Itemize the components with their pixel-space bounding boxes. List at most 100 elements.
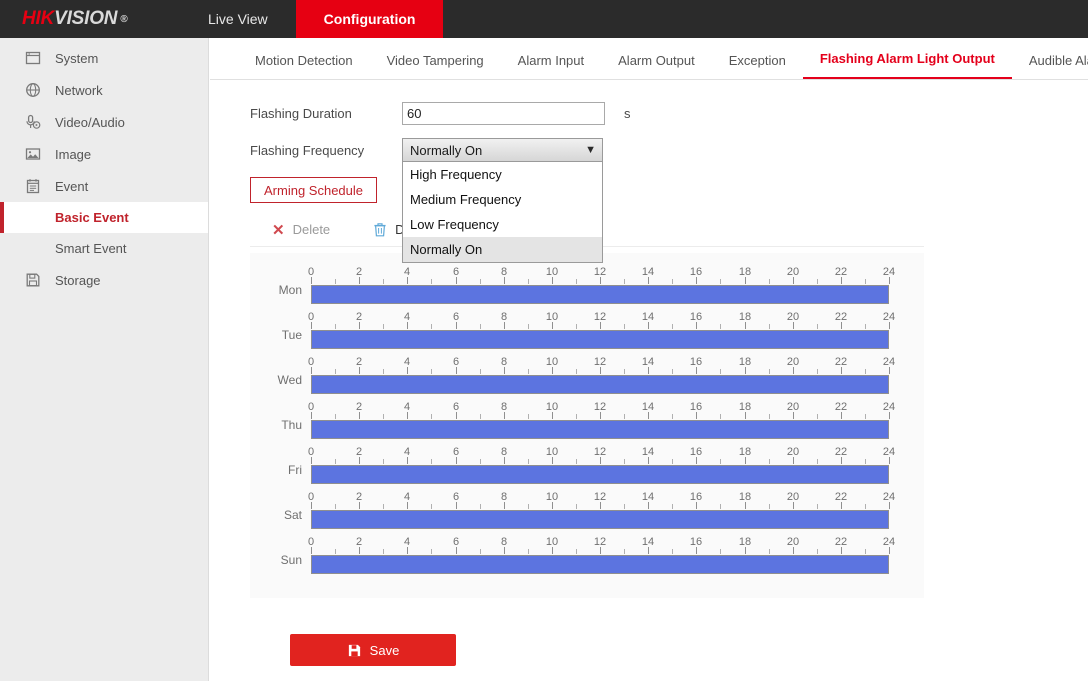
globe-icon xyxy=(24,81,42,99)
tab-alarm-input[interactable]: Alarm Input xyxy=(501,53,601,79)
schedule-tick-label: 2 xyxy=(356,401,362,413)
schedule-tick-label: 14 xyxy=(642,356,654,368)
sidebar-label-basic-event: Basic Event xyxy=(55,210,129,225)
schedule-tick xyxy=(480,504,481,509)
flashing-duration-input[interactable] xyxy=(402,102,605,125)
schedule-tick xyxy=(793,367,794,374)
schedule-bar[interactable] xyxy=(311,375,889,394)
schedule-tick xyxy=(552,367,553,374)
schedule-bar[interactable] xyxy=(311,285,889,304)
schedule-tick xyxy=(841,322,842,329)
schedule-track[interactable]: 024681012141618202224 xyxy=(311,401,889,439)
schedule-bar[interactable] xyxy=(311,420,889,439)
close-icon: ✕ xyxy=(272,221,285,239)
schedule-row: Tue024681012141618202224 xyxy=(250,306,924,351)
schedule-tick xyxy=(456,367,457,374)
flashing-frequency-option-list: High Frequency Medium Frequency Low Freq… xyxy=(402,162,603,263)
schedule-tick xyxy=(431,279,432,284)
schedule-bar[interactable] xyxy=(311,555,889,574)
logo-hik-text: HIK xyxy=(22,8,54,30)
option-normally-on[interactable]: Normally On xyxy=(403,237,602,262)
schedule-tick xyxy=(769,324,770,329)
schedule-tick xyxy=(335,324,336,329)
schedule-tick-label: 4 xyxy=(404,401,410,413)
schedule-tick-label: 12 xyxy=(594,401,606,413)
sidebar-label-storage: Storage xyxy=(55,273,101,288)
schedule-tick-label: 10 xyxy=(546,446,558,458)
schedule-tick xyxy=(576,504,577,509)
schedule-tick xyxy=(817,414,818,419)
save-button[interactable]: Save xyxy=(290,634,456,666)
schedule-tick xyxy=(504,367,505,374)
schedule-tick-label: 20 xyxy=(787,311,799,323)
schedule-bar[interactable] xyxy=(311,330,889,349)
tab-video-tampering[interactable]: Video Tampering xyxy=(370,53,501,79)
schedule-track[interactable]: 024681012141618202224 xyxy=(311,491,889,529)
sidebar-item-video-audio[interactable]: Video/Audio xyxy=(0,106,208,138)
schedule-tick xyxy=(407,277,408,284)
sidebar-item-smart-event[interactable]: Smart Event xyxy=(0,233,208,264)
flashing-duration-label: Flashing Duration xyxy=(250,106,402,121)
nav-tab-live-view[interactable]: Live View xyxy=(180,0,296,38)
option-low-frequency[interactable]: Low Frequency xyxy=(403,212,602,237)
schedule-tick-label: 10 xyxy=(546,536,558,548)
option-high-frequency[interactable]: High Frequency xyxy=(403,162,602,187)
schedule-tick xyxy=(335,459,336,464)
schedule-tick xyxy=(624,549,625,554)
sidebar-item-system[interactable]: System xyxy=(0,42,208,74)
schedule-track[interactable]: 024681012141618202224 xyxy=(311,446,889,484)
schedule-tick xyxy=(624,324,625,329)
schedule-tick xyxy=(793,322,794,329)
schedule-tick-label: 0 xyxy=(308,266,314,278)
flashing-frequency-select[interactable]: Normally On ▼ xyxy=(402,138,603,162)
flashing-frequency-select-wrapper: Normally On ▼ High Frequency Medium Freq… xyxy=(402,138,603,162)
arming-schedule-button[interactable]: Arming Schedule xyxy=(250,177,377,203)
schedule-track[interactable]: 024681012141618202224 xyxy=(311,266,889,304)
sidebar-item-network[interactable]: Network xyxy=(0,74,208,106)
schedule-track[interactable]: 024681012141618202224 xyxy=(311,311,889,349)
sidebar-item-image[interactable]: Image xyxy=(0,138,208,170)
schedule-tick-label: 22 xyxy=(835,446,847,458)
schedule-tick xyxy=(528,414,529,419)
schedule-tick xyxy=(817,279,818,284)
tab-alarm-output[interactable]: Alarm Output xyxy=(601,53,712,79)
schedule-tick xyxy=(456,412,457,419)
sidebar-item-basic-event[interactable]: Basic Event xyxy=(0,202,208,233)
schedule-tick-label: 8 xyxy=(501,491,507,503)
sidebar-item-storage[interactable]: Storage xyxy=(0,264,208,296)
schedule-tick-label: 22 xyxy=(835,401,847,413)
schedule-tick-label: 16 xyxy=(690,536,702,548)
schedule-track[interactable]: 024681012141618202224 xyxy=(311,536,889,574)
picture-icon xyxy=(24,145,42,163)
tab-exception[interactable]: Exception xyxy=(712,53,803,79)
schedule-bar[interactable] xyxy=(311,510,889,529)
schedule-tick xyxy=(672,504,673,509)
schedule-tick xyxy=(600,502,601,509)
option-medium-frequency[interactable]: Medium Frequency xyxy=(403,187,602,212)
schedule-tick xyxy=(624,459,625,464)
schedule-tick xyxy=(648,547,649,554)
schedule-tick xyxy=(335,279,336,284)
tab-audible-alarm-output[interactable]: Audible Alarm Output xyxy=(1012,53,1088,79)
schedule-tick xyxy=(672,279,673,284)
save-label: Save xyxy=(370,643,400,658)
tab-motion-detection[interactable]: Motion Detection xyxy=(238,53,370,79)
schedule-tick xyxy=(672,369,673,374)
schedule-tick xyxy=(311,457,312,464)
schedule-track[interactable]: 024681012141618202224 xyxy=(311,356,889,394)
sidebar-item-event[interactable]: Event xyxy=(0,170,208,202)
schedule-tick xyxy=(793,457,794,464)
nav-tab-configuration[interactable]: Configuration xyxy=(296,0,444,38)
schedule-tick xyxy=(311,367,312,374)
schedule-tick xyxy=(865,369,866,374)
schedule-ruler: 024681012141618202224 xyxy=(311,491,889,509)
schedule-tick-label: 6 xyxy=(453,311,459,323)
schedule-tick xyxy=(383,459,384,464)
delete-button[interactable]: ✕ Delete xyxy=(272,221,330,239)
schedule-tick xyxy=(335,414,336,419)
tab-flashing-alarm-light-output[interactable]: Flashing Alarm Light Output xyxy=(803,51,1012,79)
schedule-tick xyxy=(383,549,384,554)
schedule-bar[interactable] xyxy=(311,465,889,484)
schedule-tick xyxy=(576,459,577,464)
top-header: HIKVISION® Live View Configuration xyxy=(0,0,1088,38)
